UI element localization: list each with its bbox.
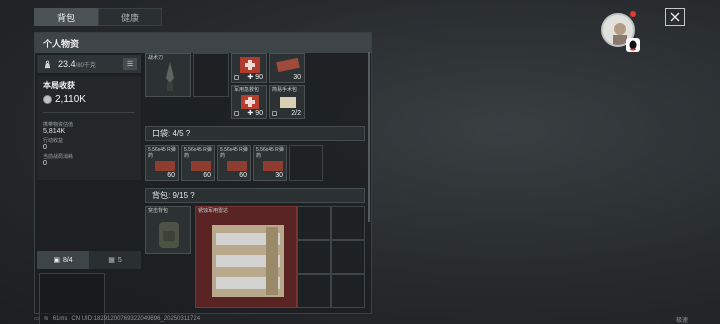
action-label: 行动收益: [43, 138, 64, 144]
backpack-header: 背包: 9/15 ?: [145, 188, 365, 203]
weight-unit: /80千克: [75, 62, 96, 69]
empty-backpack-slot[interactable]: [331, 274, 365, 308]
close-button[interactable]: [665, 8, 685, 26]
panel-title: 个人物资: [35, 33, 371, 53]
weight-value: 23.4: [58, 59, 76, 69]
first-aid-icon: [241, 95, 259, 109]
item-military-radar[interactable]: 锈蚀军用雷达: [195, 206, 297, 308]
coin-icon: [43, 95, 52, 104]
briefcase-icon: ▣: [53, 257, 60, 264]
stats-title: 本局收获: [43, 81, 75, 90]
item-assault-backpack[interactable]: 突击背包: [145, 206, 191, 254]
empty-backpack-slot[interactable]: [297, 274, 331, 308]
carried-value: 5,814K: [43, 128, 66, 135]
total-row: 2,110K: [43, 94, 135, 105]
lock-icon: [272, 111, 277, 116]
ping-value: 61ms: [52, 315, 68, 322]
equipment-tabs: ▣ 8/4 ▦ 5: [37, 251, 141, 269]
tab-health[interactable]: 健康: [98, 8, 162, 26]
item-name: 5.56x45 R弹药: [220, 147, 248, 159]
item-name: 突击背包: [148, 208, 169, 214]
consumption-label: 当前战局消耗: [43, 154, 74, 160]
bandage-icon: [276, 58, 300, 72]
tab-gear[interactable]: ▣ 8/4: [37, 251, 89, 269]
speed-label[interactable]: 极速: [676, 315, 688, 324]
item-ammo[interactable]: 5.56x45 R弹药 30: [253, 145, 287, 181]
tab-backpack[interactable]: 背包: [34, 8, 98, 26]
left-column: 23.4 /80千克 ☰ 本局收获 2,110K 携带物资估值 5,814K 行…: [37, 55, 141, 180]
weight-row: 23.4 /80千克 ☰: [37, 55, 141, 73]
empty-backpack-slot[interactable]: [331, 206, 365, 240]
list-icon: ☰: [126, 61, 134, 68]
empty-slot[interactable]: [193, 53, 229, 97]
wifi-icon: ≋: [43, 316, 49, 322]
lock-icon: [234, 111, 239, 116]
tab-gear-label: 8/4: [62, 256, 73, 264]
stats-box: 本局收获 2,110K 携带物资估值 5,814K 行动收益 0 当前战局消耗 …: [37, 76, 141, 180]
notification-dot: [630, 11, 636, 17]
item-count: ✚ 90: [247, 74, 263, 81]
item-ammo[interactable]: 5.56x45 R弹药 60: [145, 145, 179, 181]
close-icon: [670, 12, 680, 22]
item-name: 5.56x45 R弹药: [256, 147, 284, 159]
item-medkit[interactable]: ✚ 90: [231, 53, 267, 83]
qq-icon[interactable]: [626, 38, 640, 52]
empty-backpack-slot[interactable]: [297, 206, 331, 240]
backpack-icon: [159, 222, 179, 248]
item-name: 简易手术包: [272, 87, 298, 93]
weight-icon: [44, 60, 51, 68]
stats-divider: [43, 112, 135, 113]
ammo-box-icon: [191, 161, 211, 171]
item-ammo[interactable]: 5.56x45 R弹药 60: [217, 145, 251, 181]
item-military-medkit[interactable]: 军用急救包 ✚ 90: [231, 85, 267, 119]
empty-backpack-slot[interactable]: [331, 240, 365, 274]
scrollbar[interactable]: [368, 52, 370, 222]
uid-text: CN UID:1829120076932204989​6_2025031​172…: [71, 315, 201, 322]
pocket-header: 口袋: 4/5 ?: [145, 126, 365, 141]
item-ammo[interactable]: 5.56x45 R弹药 60: [181, 145, 215, 181]
status-bar: ▭ ≋ 61ms CN UID:1829120076932204989​6_20…: [34, 315, 204, 323]
item-name: 锈蚀军用雷达: [198, 208, 229, 214]
radar-icon: [212, 225, 284, 297]
knife-icon: [166, 62, 174, 91]
stat-details: 携带物资估值 5,814K 行动收益 0 当前战局消耗 0: [43, 121, 135, 167]
item-name: 5.56x45 R弹药: [148, 147, 176, 159]
penguin-icon: [629, 40, 637, 50]
ammo-box-icon: [227, 161, 247, 171]
vest-icon: ▦: [108, 257, 115, 264]
item-count: 30: [293, 74, 301, 81]
tab-chest-label: 5: [117, 256, 122, 264]
item-knife[interactable]: 战术刀: [145, 53, 191, 97]
tab-chest[interactable]: ▦ 5: [89, 251, 141, 269]
item-surgery-kit[interactable]: 简易手术包 2/2: [269, 85, 305, 119]
total-value: 2,110K: [55, 94, 86, 105]
empty-pocket-slot[interactable]: [289, 145, 323, 181]
item-count: 60: [167, 172, 175, 179]
list-view-button[interactable]: ☰: [123, 58, 137, 70]
top-tabs: 背包 健康: [34, 8, 162, 26]
battery-icon: ▭: [34, 316, 40, 322]
empty-backpack-slot[interactable]: [297, 240, 331, 274]
ammo-box-icon: [155, 161, 175, 171]
item-bandage[interactable]: 30: [269, 53, 305, 83]
surgery-kit-icon: [280, 97, 296, 108]
action-value: 0: [43, 144, 47, 151]
lock-icon: [234, 75, 239, 80]
item-count: 2/2: [291, 110, 301, 117]
carried-label: 携带物资估值: [43, 122, 74, 128]
consumption-value: 0: [43, 160, 47, 167]
item-count: 30: [275, 172, 283, 179]
medkit-icon: [240, 57, 260, 73]
item-name: 5.56x45 R弹药: [184, 147, 212, 159]
item-count: ✚ 90: [247, 110, 263, 117]
inventory-panel: 个人物资 23.4 /80千克 ☰ 本局收获 2,110K 携带物资估值 5,8…: [34, 32, 372, 324]
item-name: 军用急救包: [234, 87, 260, 93]
ammo-box-icon: [263, 161, 283, 171]
item-count: 60: [239, 172, 247, 179]
item-count: 60: [203, 172, 211, 179]
